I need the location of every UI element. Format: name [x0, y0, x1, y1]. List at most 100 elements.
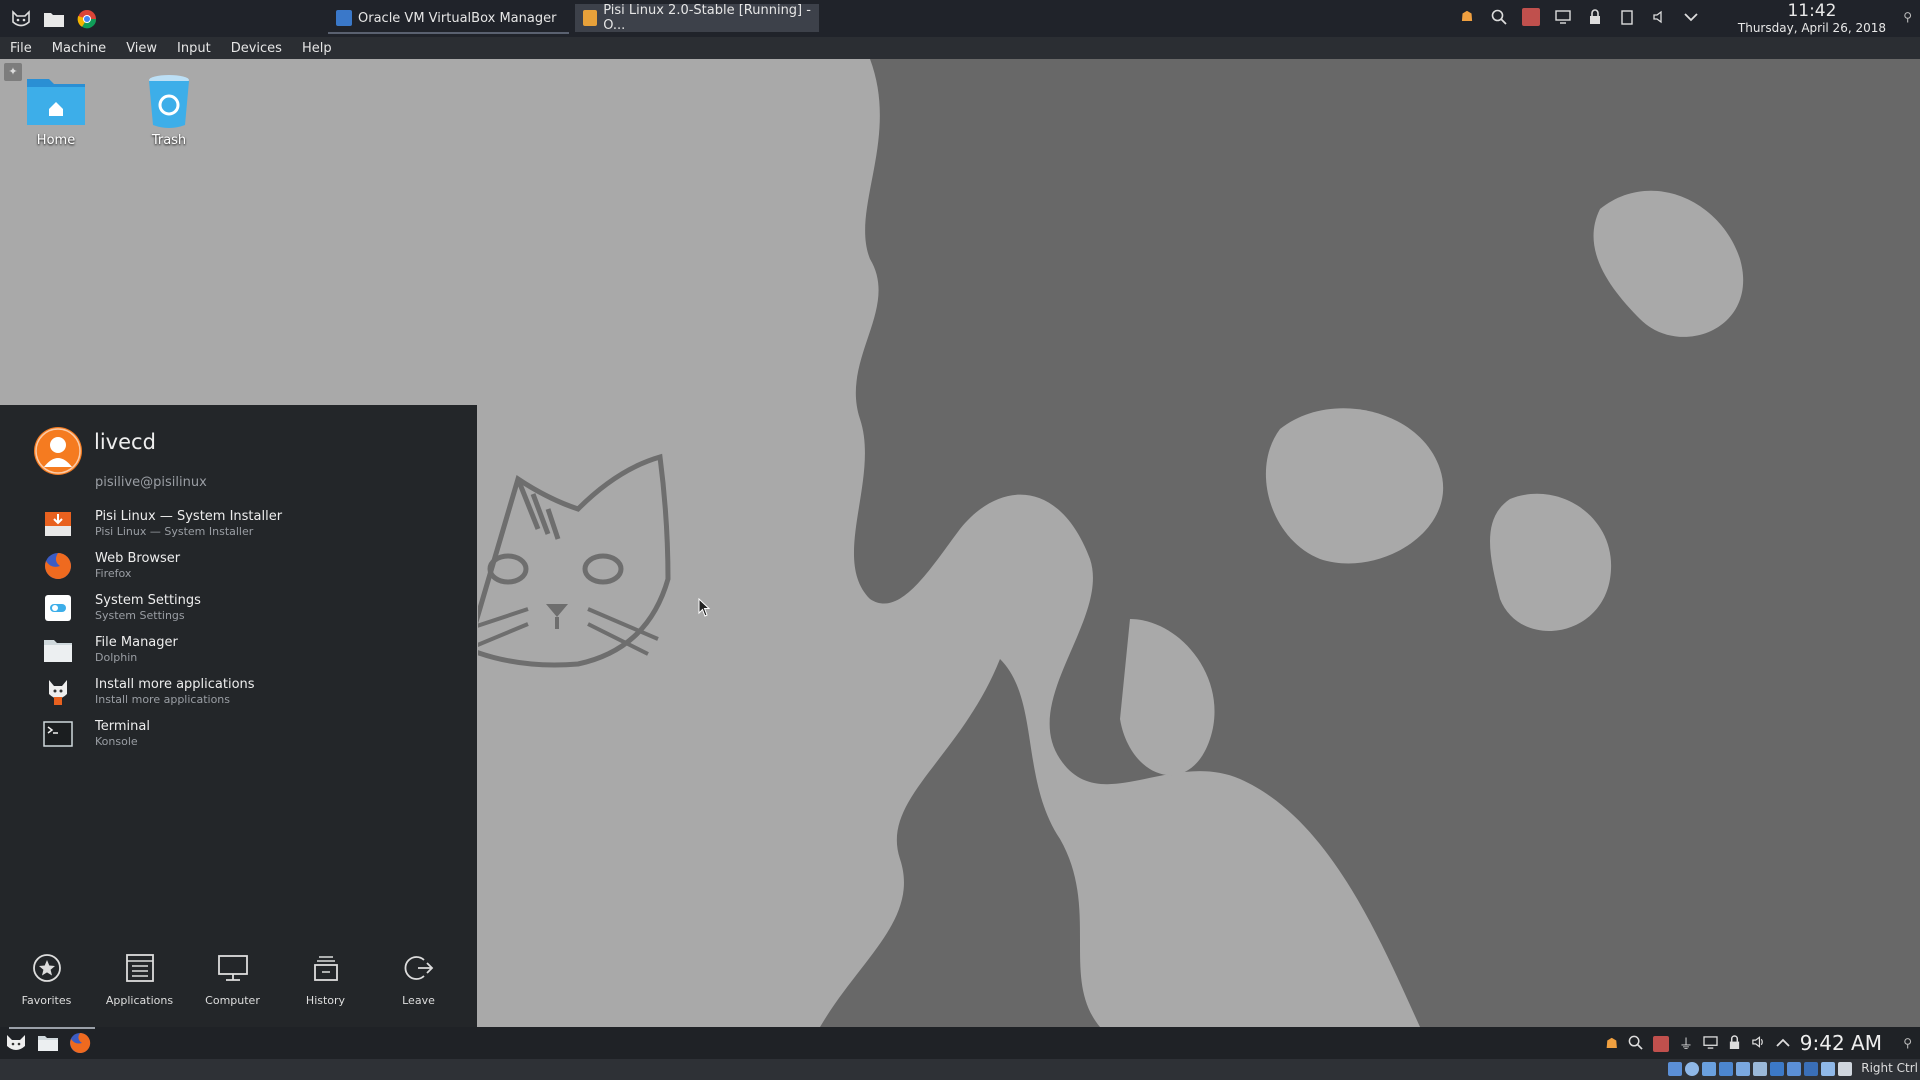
avatar[interactable]: [34, 427, 82, 475]
installer-icon: [42, 508, 74, 540]
settings-toggle-icon: [42, 592, 74, 624]
task-pisi-vm[interactable]: Pisi Linux 2.0-Stable [Running] - O...: [575, 3, 819, 33]
computer-icon: [186, 950, 279, 986]
file-manager-icon[interactable]: [42, 7, 66, 31]
usb-icon[interactable]: ⏚: [1679, 1034, 1693, 1054]
list-item-installer[interactable]: Pisi Linux — System Installer Pisi Linux …: [42, 503, 472, 545]
star-icon: [0, 950, 93, 986]
lock-icon[interactable]: [1728, 1034, 1741, 1054]
terminal-icon: [42, 718, 74, 750]
tab-label: History: [305, 994, 346, 1007]
cat-menu-icon[interactable]: [9, 7, 33, 31]
usb-icon[interactable]: [1736, 1062, 1750, 1076]
item-subtitle: System Settings: [95, 609, 185, 622]
keyboard-icon[interactable]: [1838, 1062, 1852, 1076]
volume-icon[interactable]: [1751, 1035, 1766, 1053]
tab-history[interactable]: History: [279, 950, 372, 1007]
cat-tray-icon[interactable]: ☗: [1458, 8, 1476, 26]
chrome-icon[interactable]: [75, 7, 99, 31]
menu-input[interactable]: Input: [167, 41, 221, 56]
panel-config-icon[interactable]: ⚲: [1903, 10, 1912, 24]
tab-label: Leave: [402, 994, 435, 1007]
optical-drive-icon[interactable]: [1685, 1062, 1699, 1076]
item-title: Install more applications: [95, 677, 255, 692]
display-icon[interactable]: [1554, 8, 1572, 26]
chevron-down-icon[interactable]: [1682, 8, 1700, 26]
search-icon[interactable]: [1628, 1035, 1643, 1054]
pisi-vm-icon: [583, 10, 598, 26]
list-item-install-apps[interactable]: Install more applications Install more ap…: [42, 671, 472, 713]
menu-devices[interactable]: Devices: [221, 41, 292, 56]
guest-desktop: ✦ Home Trash livecd pisilive@pisilinux P…: [0, 59, 1920, 1027]
guest-system-tray: ☗ ⏚: [1605, 1034, 1790, 1054]
display-icon[interactable]: [1770, 1062, 1784, 1076]
launcher-active-indicator: [9, 1027, 95, 1029]
shared-folder-icon[interactable]: [1753, 1062, 1767, 1076]
firefox-icon[interactable]: [68, 1031, 92, 1055]
folder-icon[interactable]: [36, 1031, 60, 1055]
tab-label: Favorites: [21, 994, 72, 1007]
display-icon[interactable]: [1703, 1035, 1718, 1053]
lock-icon[interactable]: [1586, 8, 1604, 26]
favorites-list: Pisi Linux — System Installer Pisi Linux …: [42, 503, 472, 755]
user-header: livecd: [34, 427, 156, 475]
virtualbox-icon: [336, 10, 352, 26]
item-title: Pisi Linux — System Installer: [95, 509, 283, 524]
clipboard-icon[interactable]: [1618, 8, 1636, 26]
audio-icon[interactable]: [1702, 1062, 1716, 1076]
virtualbox-tray-icon[interactable]: [1653, 1036, 1669, 1052]
video-capture-icon[interactable]: [1787, 1062, 1801, 1076]
item-subtitle: Firefox: [95, 567, 132, 580]
item-title: Terminal: [95, 719, 150, 734]
menu-machine[interactable]: Machine: [42, 41, 116, 56]
item-subtitle: Install more applications: [95, 693, 231, 706]
volume-icon[interactable]: [1650, 8, 1668, 26]
host-clock-time: 11:42: [1787, 1, 1837, 21]
vt-x-icon[interactable]: [1804, 1062, 1818, 1076]
desktop-icon-trash[interactable]: Trash: [124, 73, 214, 148]
list-item-file-manager[interactable]: File Manager Dolphin: [42, 629, 472, 671]
host-top-panel: Oracle VM VirtualBox Manager Pisi Linux …: [0, 0, 1920, 37]
cat-tray-icon[interactable]: ☗: [1605, 1036, 1618, 1052]
home-folder-icon: [25, 73, 87, 127]
task-virtualbox-manager[interactable]: Oracle VM VirtualBox Manager: [328, 4, 569, 34]
folder-icon: [42, 634, 74, 666]
tab-leave[interactable]: Leave: [372, 950, 465, 1007]
item-title: Web Browser: [95, 551, 181, 566]
guest-clock[interactable]: 9:42 AM: [1800, 1031, 1882, 1055]
host-key-label: Right Ctrl: [1861, 1061, 1918, 1075]
cat-launcher-icon[interactable]: [4, 1031, 28, 1055]
applications-icon: [93, 950, 186, 986]
task-label: Pisi Linux 2.0-Stable [Running] - O...: [603, 3, 811, 33]
menu-help[interactable]: Help: [292, 41, 342, 56]
application-launcher: livecd pisilive@pisilinux Pisi Linux — S…: [0, 405, 477, 1027]
host-clock-date: Thursday, April 26, 2018: [1737, 21, 1886, 35]
search-icon[interactable]: [1490, 8, 1508, 26]
tab-label: Applications: [105, 994, 174, 1007]
user-name: livecd: [94, 430, 156, 454]
item-subtitle: Dolphin: [95, 651, 138, 664]
tab-favorites[interactable]: Favorites: [0, 950, 93, 1007]
chevron-up-icon[interactable]: [1776, 1036, 1790, 1052]
menu-view[interactable]: View: [116, 41, 167, 56]
menu-file[interactable]: File: [0, 41, 42, 56]
task-label: Oracle VM VirtualBox Manager: [358, 10, 557, 26]
mouse-integration-icon[interactable]: [1821, 1062, 1835, 1076]
host-clock[interactable]: 11:42 Thursday, April 26, 2018: [1737, 1, 1886, 36]
tab-applications[interactable]: Applications: [93, 950, 186, 1007]
list-item-system-settings[interactable]: System Settings System Settings: [42, 587, 472, 629]
desktop-icon-label: Home: [36, 133, 76, 148]
tab-label: Computer: [205, 994, 260, 1007]
guest-taskbar: ☗ ⏚ 9:42 AM ⚲: [0, 1027, 1920, 1059]
list-item-web-browser[interactable]: Web Browser Firefox: [42, 545, 472, 587]
tab-computer[interactable]: Computer: [186, 950, 279, 1007]
leave-icon: [372, 950, 465, 986]
item-title: File Manager: [95, 635, 178, 650]
virtualbox-tray-icon[interactable]: [1522, 8, 1540, 26]
network-icon[interactable]: [1719, 1062, 1733, 1076]
host-system-tray: ☗: [1458, 8, 1700, 26]
desktop-icon-home[interactable]: Home: [11, 73, 101, 148]
hard-disk-icon[interactable]: [1668, 1062, 1682, 1076]
list-item-terminal[interactable]: Terminal Konsole: [42, 713, 472, 755]
panel-config-icon[interactable]: ⚲: [1903, 1036, 1912, 1050]
